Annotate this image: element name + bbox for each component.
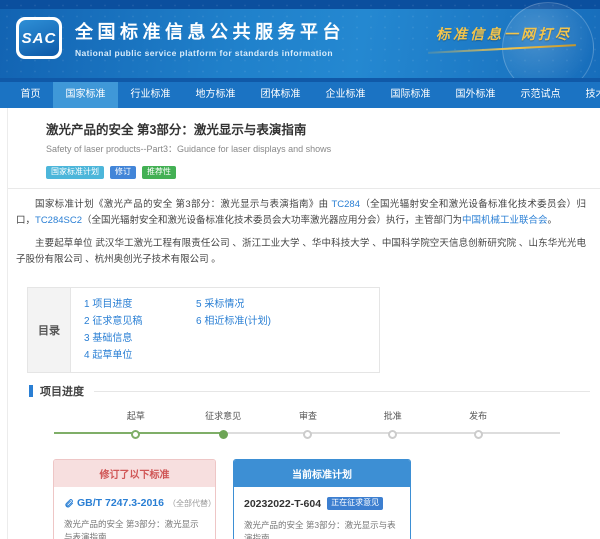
ministry-link[interactable]: 中国机械工业联合会 [462, 215, 548, 226]
tc284-link[interactable]: TC284 [331, 199, 360, 210]
revised-standard-card: 修订了以下标准 GB/T 7247.3-2016 （全部代替） 激光产品的安全 … [53, 459, 216, 539]
site-header: SAC 全国标准信息公共服务平台 National public service… [0, 0, 600, 82]
step-label: 征求意见 [188, 409, 258, 422]
toc-column-2: 5 采标情况6 相近标准(计划) [196, 296, 308, 364]
toc-item[interactable]: 6 相近标准(计划) [196, 313, 308, 330]
nav-item-8[interactable]: 示范试点 [508, 82, 573, 108]
step-dot [219, 430, 228, 439]
standard-intro: 国家标准计划《激光产品的安全 第3部分：激光显示与表演指南》由 TC284 （全国… [8, 189, 600, 277]
soliciting-status-badge: 正在征求意见 [327, 497, 383, 510]
nav-item-7[interactable]: 国外标准 [443, 82, 508, 108]
nav-item-0[interactable]: 首页 [8, 82, 53, 108]
toc-item[interactable]: 3 基础信息 [84, 330, 196, 347]
sac-logo-inner: SAC [19, 20, 59, 56]
plan-number: 20232022-T-604 [244, 498, 321, 510]
standard-badges: 国家标准计划修订推荐性 [46, 161, 580, 179]
step-dot [131, 430, 140, 439]
main-nav: 首页国家标准行业标准地方标准团体标准企业标准国际标准国外标准示范试点技术委员会 [0, 82, 600, 108]
sac-logo[interactable]: SAC [16, 17, 62, 59]
intro-paragraph: 国家标准计划《激光产品的安全 第3部分：激光显示与表演指南》由 TC284 （全国… [16, 197, 586, 229]
current-plan-description: 激光产品的安全 第3部分：激光显示与表演指南 [244, 519, 400, 539]
progress-timeline: 起草 征求意见 审查 批准 发布 [66, 405, 548, 447]
step-label: 发布 [443, 409, 513, 422]
toc-column-1: 1 项目进度2 征求意见稿3 基础信息4 起草单位 [84, 296, 196, 364]
intro-text: （全国光辐射安全和激光设备标准化技术委员会大功率激光器应用分会）执行，主管部门为 [82, 215, 462, 226]
nav-item-5[interactable]: 企业标准 [313, 82, 378, 108]
progress-section-header: 项目进度 [8, 383, 600, 399]
step-dot [474, 430, 483, 439]
step-label: 起草 [101, 409, 171, 422]
standard-badge-0: 国家标准计划 [46, 166, 104, 179]
header-bottom-strip [0, 78, 600, 82]
paperclip-icon [64, 498, 74, 508]
progress-section: 项目进度 起草 征求意见 审查 批准 发布 [8, 383, 600, 447]
page-title: 激光产品的安全 第3部分：激光显示与表演指南 [46, 119, 580, 138]
toc-item[interactable]: 1 项目进度 [84, 296, 196, 313]
current-plan-card: 当前标准计划 20232022-T-604 正在征求意见 激光产品的安全 第3部… [233, 459, 411, 539]
tc284sc2-link[interactable]: TC284SC2 [35, 215, 82, 226]
drafting-units-paragraph: 主要起草单位 武汉华工激光工程有限责任公司 、浙江工业大学 、华中科技大学 、中… [16, 236, 586, 268]
progress-section-title: 项目进度 [40, 383, 84, 399]
toc-item[interactable]: 5 采标情况 [196, 296, 308, 313]
revised-standard-description: 激光产品的安全 第3部分：激光显示与表演指南 [64, 518, 205, 539]
replacement-note: （全部代替） [168, 498, 216, 509]
site-subtitle: National public service platform for sta… [75, 48, 345, 58]
toc-item[interactable]: 4 起草单位 [84, 347, 196, 364]
standard-badge-1: 修订 [110, 166, 136, 179]
page-content: 激光产品的安全 第3部分：激光显示与表演指南 Safety of laser p… [7, 108, 600, 539]
progress-step-current: 征求意见 [188, 409, 258, 439]
table-of-contents: 目录 1 项目进度2 征求意见稿3 基础信息4 起草单位 5 采标情况6 相近标… [27, 287, 380, 373]
revised-card-header: 修订了以下标准 [54, 460, 215, 487]
progress-step-done: 起草 [101, 409, 171, 439]
nav-item-9[interactable]: 技术委员会 [573, 82, 600, 108]
header-slogan: 标准信息一网打尽 [436, 24, 572, 44]
section-marker [29, 385, 33, 397]
sac-logo-text: SAC [22, 30, 57, 47]
site-title: 全国标准信息公共服务平台 [75, 18, 345, 44]
toc-item[interactable]: 2 征求意见稿 [84, 313, 196, 330]
nav-item-4[interactable]: 团体标准 [248, 82, 313, 108]
page-title-english: Safety of laser products--Part3：Guidance… [46, 142, 580, 155]
nav-item-1[interactable]: 国家标准 [53, 82, 118, 108]
gbt-standard-link[interactable]: GB/T 7247.3-2016 [77, 497, 164, 509]
progress-step-pending: 批准 [358, 409, 428, 439]
step-label: 审查 [273, 409, 343, 422]
section-divider [94, 391, 590, 392]
progress-step-pending: 发布 [443, 409, 513, 439]
nav-item-2[interactable]: 行业标准 [118, 82, 183, 108]
step-label: 批准 [358, 409, 428, 422]
standard-badge-2: 推荐性 [142, 166, 176, 179]
intro-text: 。 [548, 215, 558, 226]
intro-text: 国家标准计划《激光产品的安全 第3部分：激光显示与表演指南》由 [35, 199, 331, 210]
toc-label: 目录 [28, 288, 71, 372]
nav-item-3[interactable]: 地方标准 [183, 82, 248, 108]
current-card-header: 当前标准计划 [234, 460, 410, 487]
standard-title-block: 激光产品的安全 第3部分：激光显示与表演指南 Safety of laser p… [8, 108, 600, 189]
nav-item-6[interactable]: 国际标准 [378, 82, 443, 108]
step-dot [303, 430, 312, 439]
standard-cards: 修订了以下标准 GB/T 7247.3-2016 （全部代替） 激光产品的安全 … [8, 447, 600, 539]
progress-step-pending: 审查 [273, 409, 343, 439]
step-dot [388, 430, 397, 439]
